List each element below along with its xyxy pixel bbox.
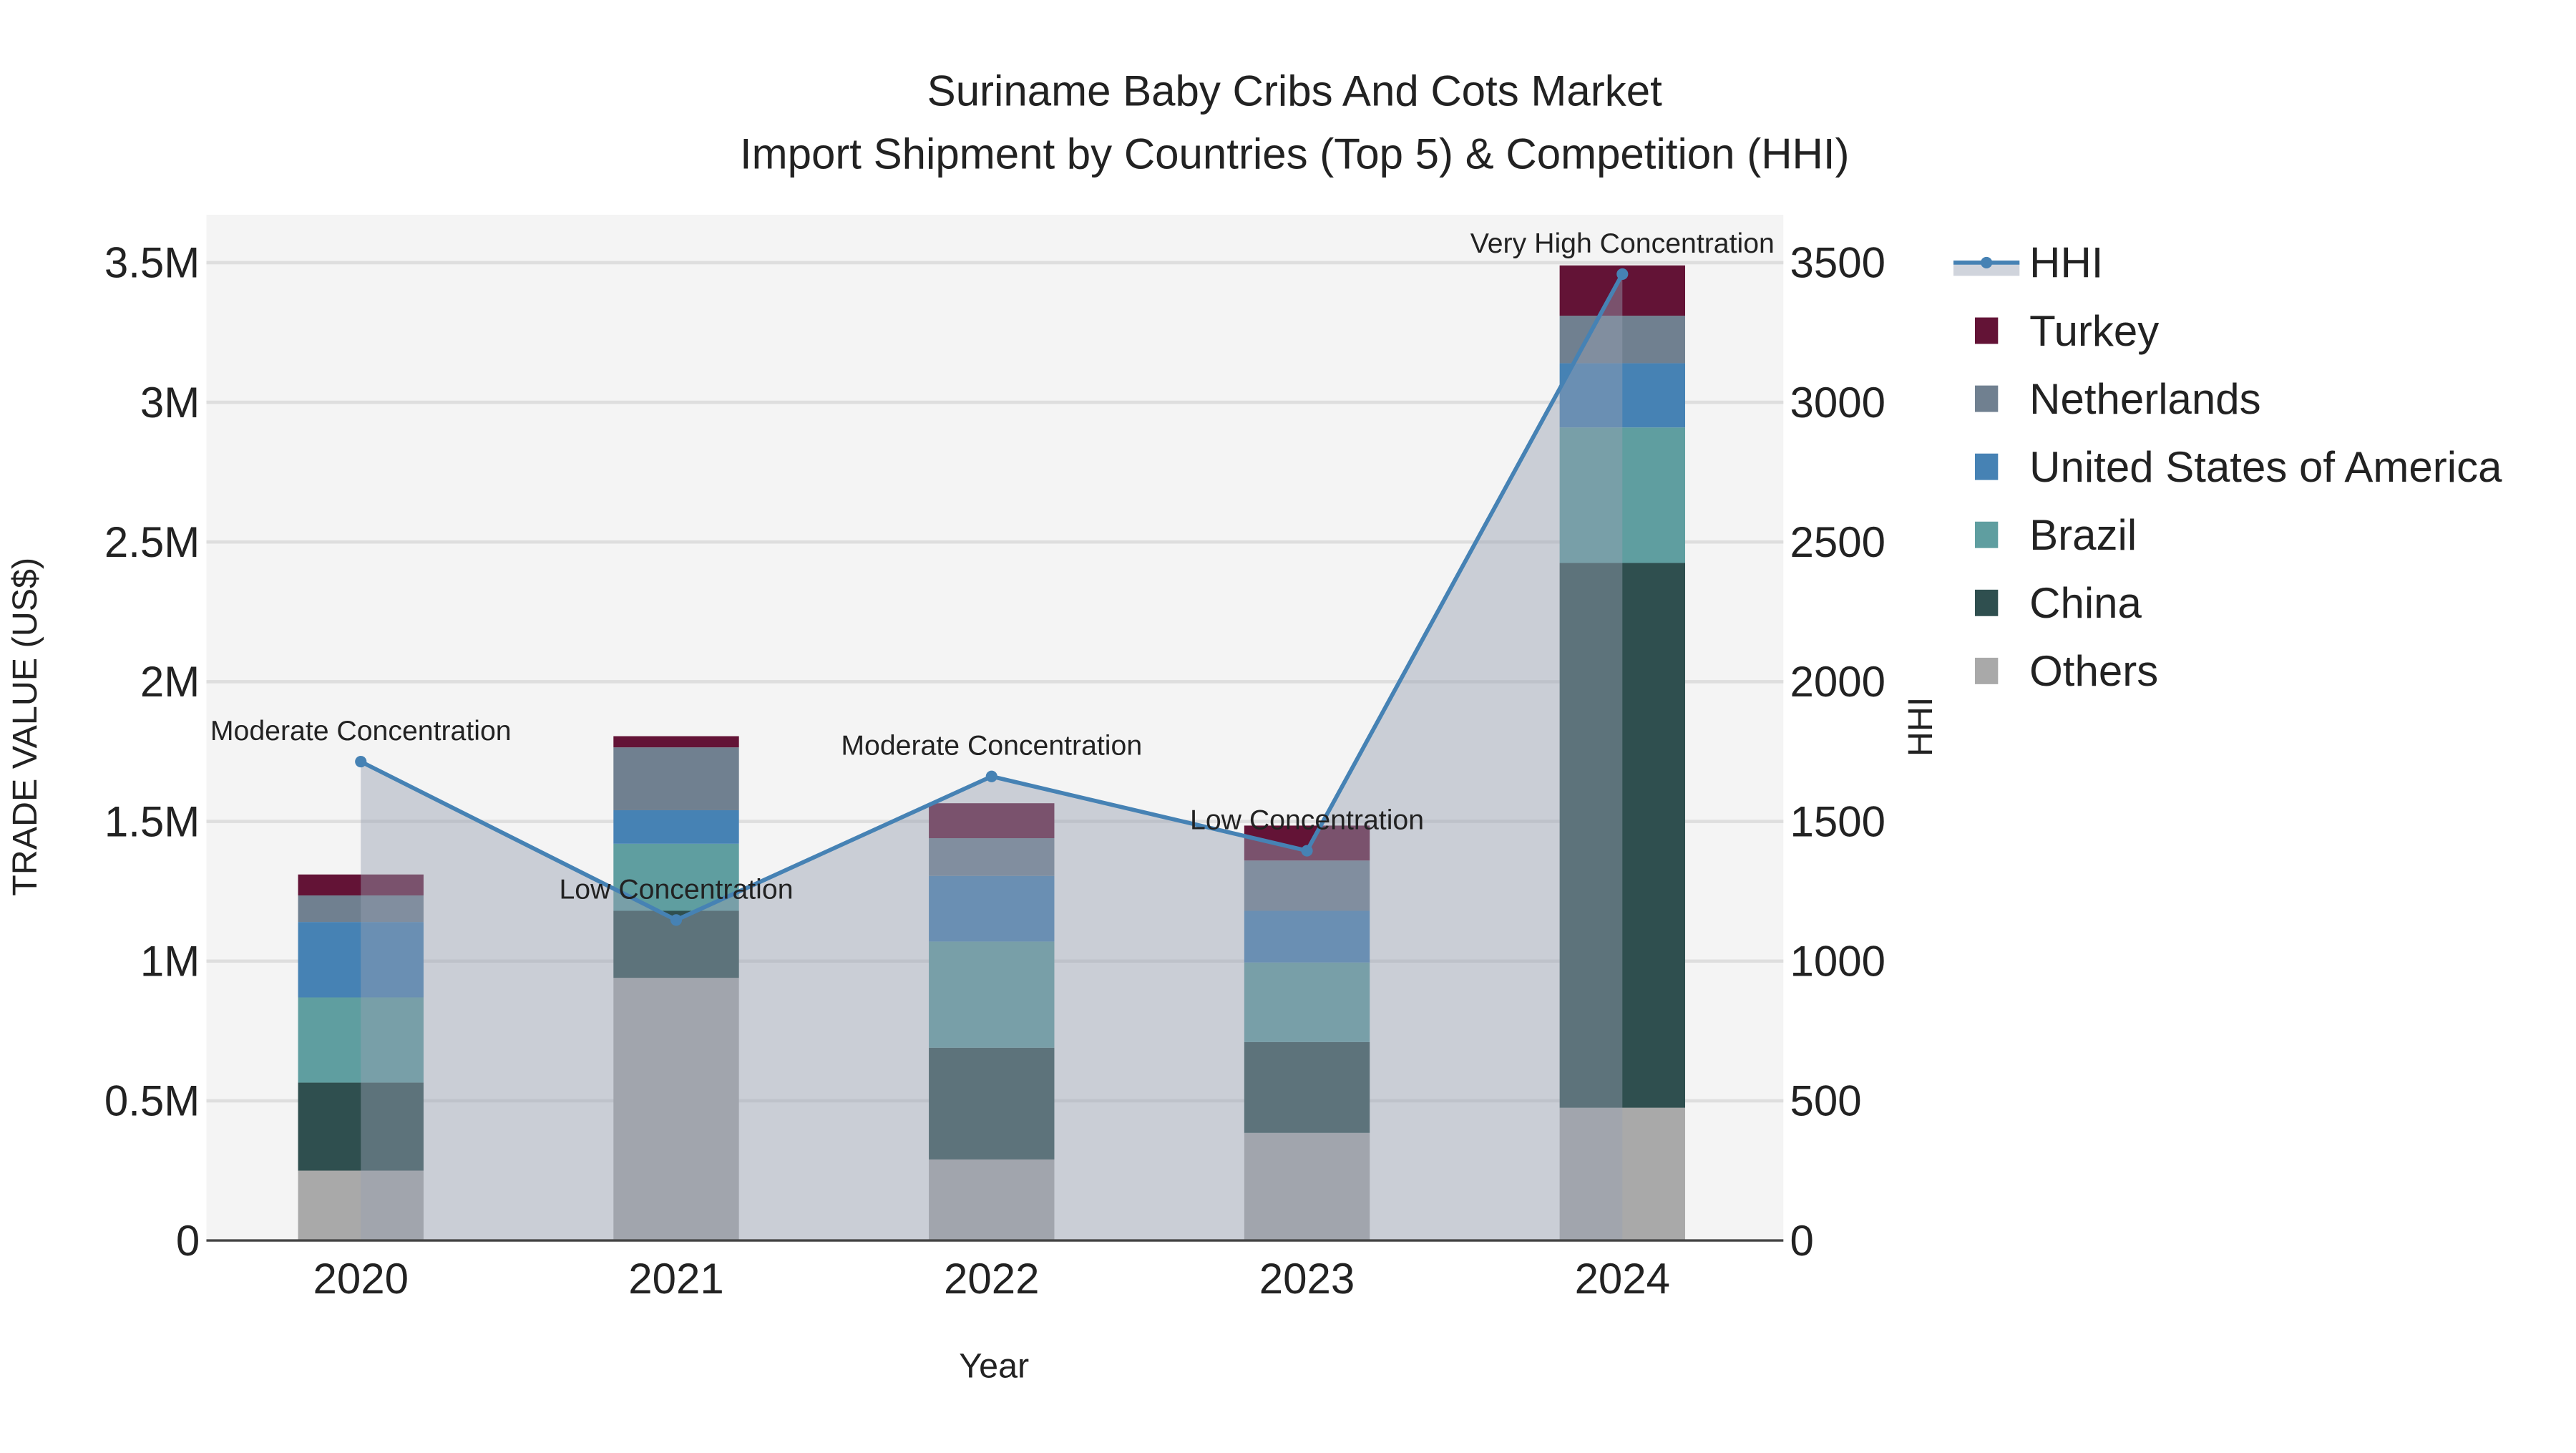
- y-tick-label: 0: [176, 1217, 200, 1265]
- y2-axis-title: HHI: [1901, 697, 1940, 757]
- chart-subtitle: Import Shipment by Countries (Top 5) & C…: [740, 130, 1850, 178]
- x-tick-label: 2023: [1259, 1255, 1355, 1303]
- y2-tick-label: 1000: [1790, 938, 1885, 986]
- legend-item-hhi[interactable]: HHI: [1953, 239, 2103, 287]
- hhi-annotation: Low Concentration: [1190, 805, 1424, 836]
- x-tick-label: 2024: [1575, 1255, 1670, 1303]
- legend-label: Turkey: [2029, 307, 2159, 355]
- y2-tick-label: 2500: [1790, 518, 1885, 566]
- bar-netherlands-2021: [613, 747, 739, 810]
- hhi-marker-2021: [670, 914, 683, 926]
- x-tick-label: 2021: [628, 1255, 723, 1303]
- bar-turkey-2021: [613, 736, 739, 748]
- legend-label: Brazil: [2029, 511, 2137, 559]
- legend-swatch: [1975, 589, 1999, 616]
- y-tick-label: 2M: [140, 658, 200, 706]
- y-tick-label: 3.5M: [104, 239, 200, 287]
- hhi-marker-2024: [1616, 268, 1629, 281]
- legend: HHI Turkey Netherlands United States of Ame…: [1953, 239, 2502, 695]
- y-axis-title: TRADE VALUE (US$): [6, 558, 44, 896]
- y2-tick-label: 2000: [1790, 658, 1885, 706]
- x-axis-title: Year: [959, 1347, 1029, 1386]
- legend-swatch: [1975, 317, 1999, 344]
- y2-tick-label: 500: [1790, 1077, 1862, 1125]
- legend-label: HHI: [2029, 239, 2103, 287]
- legend-item-brazil[interactable]: Brazil: [1975, 511, 2137, 559]
- y2-tick-label: 3500: [1790, 239, 1885, 287]
- hhi-annotation: Low Concentration: [559, 873, 793, 905]
- x-tick-label: 2022: [944, 1255, 1039, 1303]
- y2-tick-label: 3000: [1790, 379, 1885, 427]
- legend-item-turkey[interactable]: Turkey: [1975, 307, 2159, 355]
- chart-title: Suriname Baby Cribs And Cots Market: [927, 67, 1662, 115]
- y-tick-label: 0.5M: [104, 1077, 200, 1125]
- legend-item-china[interactable]: China: [1975, 579, 2142, 627]
- legend-label: United States of America: [2029, 443, 2502, 491]
- x-tick-label: 2020: [313, 1255, 408, 1303]
- y2-tick-label: 1500: [1790, 797, 1885, 845]
- y-tick-label: 1.5M: [104, 797, 200, 845]
- legend-swatch-marker: [1981, 256, 1993, 268]
- legend-swatch: [1975, 521, 1999, 548]
- legend-label: China: [2029, 579, 2142, 627]
- hhi-marker-2020: [355, 755, 367, 768]
- hhi-marker-2023: [1301, 845, 1313, 857]
- hhi-annotation: Moderate Concentration: [210, 715, 512, 747]
- bar-united-states-of-america-2021: [613, 810, 739, 844]
- y2-tick-label: 0: [1790, 1217, 1814, 1265]
- hhi-annotation: Very High Concentration: [1470, 228, 1775, 259]
- legend-item-netherlands[interactable]: Netherlands: [1975, 375, 2261, 423]
- hhi-annotation: Moderate Concentration: [841, 730, 1142, 762]
- legend-swatch: [1975, 657, 1999, 684]
- legend-swatch: [1975, 385, 1999, 412]
- y-tick-label: 3M: [140, 379, 200, 427]
- hhi-marker-2022: [985, 770, 997, 782]
- legend-label: Netherlands: [2029, 375, 2261, 423]
- legend-swatch: [1975, 453, 1999, 480]
- legend-label: Others: [2029, 647, 2158, 695]
- chart: Moderate Concentration Low Concentration M…: [6, 67, 2502, 1386]
- y-tick-label: 2.5M: [104, 518, 200, 566]
- legend-item-others[interactable]: Others: [1975, 647, 2158, 695]
- legend-item-united-states-of-america[interactable]: United States of America: [1975, 443, 2502, 491]
- y-tick-label: 1M: [140, 938, 200, 986]
